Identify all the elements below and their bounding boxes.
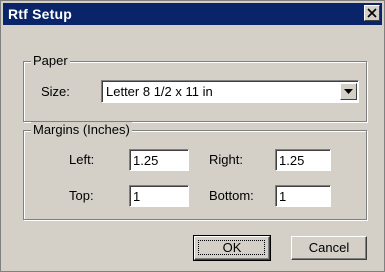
- paper-size-dropdown-button[interactable]: [340, 83, 357, 100]
- left-margin-label: Left:: [69, 152, 95, 167]
- ok-button-label: OK: [222, 240, 242, 255]
- right-margin-input[interactable]: [275, 149, 331, 171]
- close-x-icon: [367, 8, 377, 18]
- ok-button[interactable]: OK: [193, 235, 271, 261]
- top-margin-input[interactable]: [129, 185, 189, 207]
- margins-group-label: Margins (Inches): [31, 122, 132, 138]
- close-button[interactable]: [364, 5, 380, 21]
- window-title: Rtf Setup: [8, 6, 73, 22]
- cancel-button-label: Cancel: [308, 240, 350, 255]
- size-label: Size:: [41, 84, 70, 99]
- chevron-down-icon: [344, 89, 353, 94]
- top-margin-label: Top:: [69, 188, 94, 203]
- bottom-margin-input[interactable]: [275, 185, 331, 207]
- paper-group-label: Paper: [31, 53, 70, 69]
- cancel-button[interactable]: Cancel: [291, 236, 367, 260]
- paper-size-value: Letter 8 1/2 x 11 in: [106, 84, 213, 99]
- right-margin-label: Right:: [209, 152, 243, 167]
- left-margin-input[interactable]: [129, 149, 189, 171]
- bottom-margin-label: Bottom:: [209, 188, 254, 203]
- rtf-setup-dialog: Rtf Setup Paper Size: Letter 8 1/2 x 11 …: [0, 0, 385, 272]
- title-bar[interactable]: Rtf Setup: [3, 3, 382, 25]
- paper-size-select[interactable]: Letter 8 1/2 x 11 in: [101, 80, 359, 103]
